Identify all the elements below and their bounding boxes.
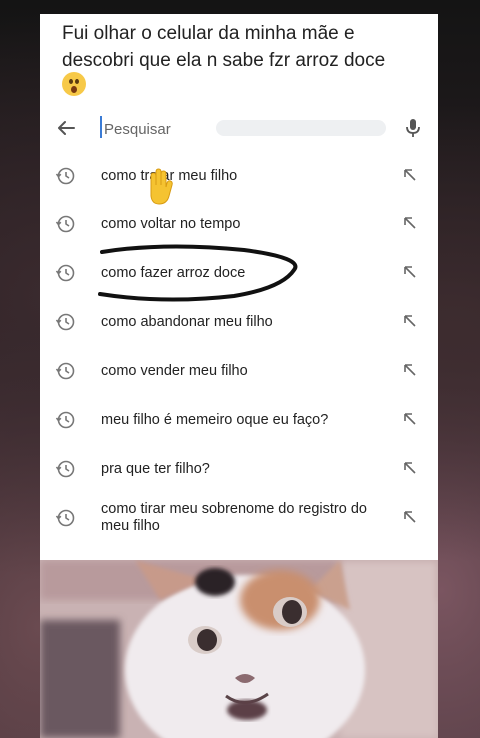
scribble-circle bbox=[98, 244, 298, 302]
suggestion-item[interactable]: como voltar no tempo bbox=[40, 204, 438, 244]
suggestion-item[interactable]: como vender meu filho bbox=[40, 351, 438, 391]
history-icon bbox=[55, 509, 75, 527]
history-icon bbox=[55, 264, 75, 282]
post-caption: Fui olhar o celular da minha mãe e desco… bbox=[62, 23, 386, 71]
fill-query-arrow-icon[interactable] bbox=[402, 215, 418, 231]
suggestion-item[interactable]: pra que ter filho? bbox=[40, 449, 438, 489]
fill-query-arrow-icon[interactable] bbox=[402, 509, 418, 525]
suggestion-item[interactable]: como tirar meu sobrenome do registro do … bbox=[40, 498, 438, 544]
suggestion-text: como vender meu filho bbox=[101, 363, 248, 379]
history-icon bbox=[55, 167, 75, 185]
cat-image bbox=[40, 560, 438, 738]
raised-hand-icon bbox=[150, 168, 173, 205]
fill-query-arrow-icon[interactable] bbox=[402, 313, 418, 329]
fill-query-arrow-icon[interactable] bbox=[402, 264, 418, 280]
astonished-face-icon bbox=[62, 72, 86, 96]
suggestion-text: como voltar no tempo bbox=[101, 216, 241, 232]
suggestion-text: pra que ter filho? bbox=[101, 461, 210, 477]
cat-photo bbox=[40, 560, 438, 738]
suggestion-text: como tirar meu sobrenome do registro do … bbox=[101, 501, 367, 534]
history-icon bbox=[55, 411, 75, 429]
suggestion-item[interactable]: meu filho é memeiro oque eu faço? bbox=[40, 400, 438, 440]
back-arrow-icon[interactable] bbox=[54, 116, 78, 140]
history-icon bbox=[55, 362, 75, 380]
suggestion-text: meu filho é memeiro oque eu faço? bbox=[101, 412, 329, 428]
fill-query-arrow-icon[interactable] bbox=[402, 460, 418, 476]
suggestion-item[interactable]: como abandonar meu filho bbox=[40, 302, 438, 342]
history-icon bbox=[55, 313, 75, 331]
fill-query-arrow-icon[interactable] bbox=[402, 411, 418, 427]
blurred-region bbox=[216, 120, 386, 136]
search-bar[interactable] bbox=[40, 110, 438, 146]
fill-query-arrow-icon[interactable] bbox=[402, 167, 418, 183]
microphone-icon[interactable] bbox=[402, 116, 424, 140]
fill-query-arrow-icon[interactable] bbox=[402, 362, 418, 378]
history-icon bbox=[55, 460, 75, 478]
history-icon bbox=[55, 215, 75, 233]
suggestion-item[interactable]: como tratar meu filho bbox=[40, 156, 438, 196]
suggestion-text: como abandonar meu filho bbox=[101, 314, 273, 330]
